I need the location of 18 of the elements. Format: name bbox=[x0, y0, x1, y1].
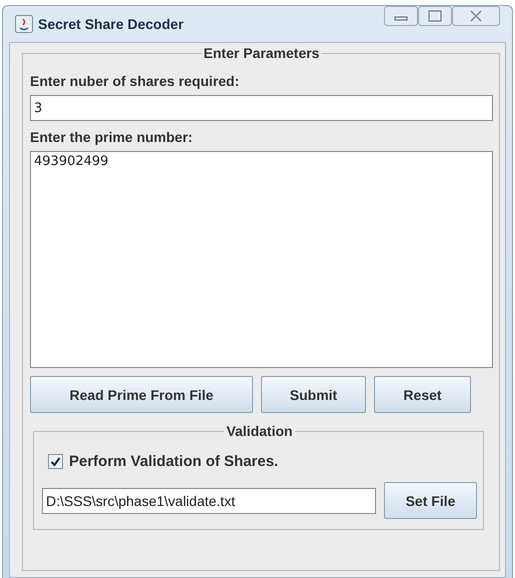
checkbox[interactable] bbox=[48, 454, 63, 469]
action-button[interactable]: Read Prime From File bbox=[30, 376, 253, 413]
maximize-icon[interactable] bbox=[418, 6, 452, 26]
checkbox-label: Perform Validation of Shares. bbox=[69, 453, 278, 470]
shares-input[interactable]: 3 bbox=[30, 95, 493, 121]
close-icon[interactable] bbox=[452, 6, 500, 26]
file-path-input[interactable]: D:\SSS\src\phase1\validate.txt bbox=[42, 488, 376, 514]
group-title: Validation bbox=[225, 423, 294, 439]
field-label: Enter the prime number: bbox=[30, 129, 194, 145]
action-button[interactable]: Reset bbox=[374, 376, 471, 413]
field-label: Enter nuber of shares required: bbox=[30, 73, 240, 89]
group-title: Enter Parameters bbox=[202, 45, 320, 61]
set-file-button[interactable]: Set File bbox=[384, 482, 477, 519]
action-button[interactable]: Submit bbox=[261, 376, 366, 413]
minimize-icon[interactable] bbox=[384, 6, 418, 26]
app-icon bbox=[15, 15, 33, 33]
window-title: Secret Share Decoder bbox=[38, 16, 184, 32]
prime-textarea[interactable]: 493902499 bbox=[30, 151, 493, 368]
